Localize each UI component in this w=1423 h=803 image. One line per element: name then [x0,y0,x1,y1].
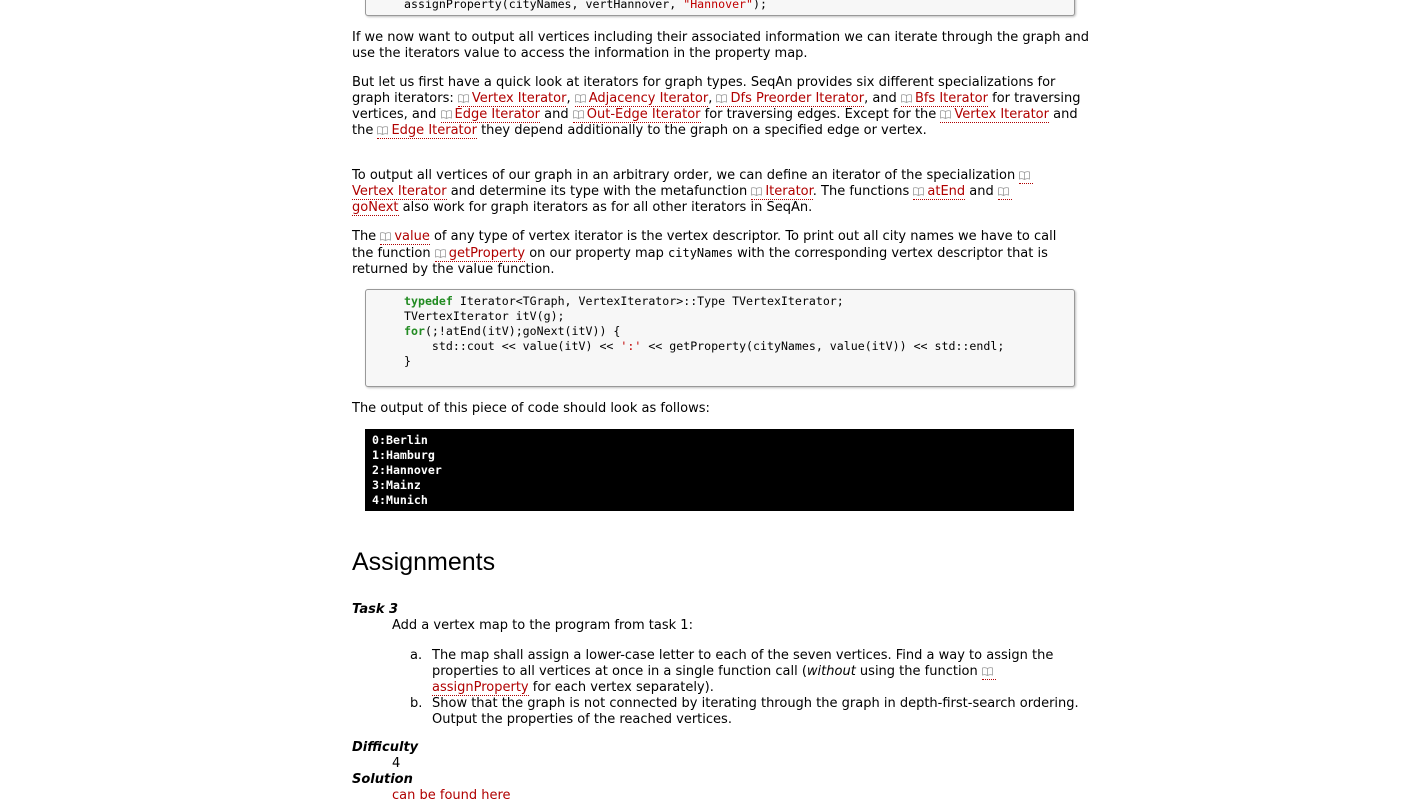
code-block-assign-property: assignProperty(cityNames, vertHannover, … [365,0,1075,16]
code-block-iterate-vertices: typedef Iterator<TGraph, VertexIterator>… [365,289,1075,387]
task-item-a: a. The map shall assign a lower-case let… [410,648,1054,696]
link-edge-iterator[interactable]: Edge Iterator [440,107,541,123]
open-book-icon [751,187,763,196]
difficulty-label: Difficulty [352,740,419,755]
open-book-icon [997,187,1009,196]
open-book-icon [716,94,728,103]
link-iterator[interactable]: Iterator [751,184,813,200]
paragraph-vertex-order: To output all vertices of our graph in a… [352,168,1052,216]
console-line: 2:Hannover [372,463,442,477]
link-get-property[interactable]: getProperty [434,246,526,262]
inline-code: cityNames [668,246,734,260]
link-vertex-iterator[interactable]: Vertex Iterator [457,91,567,107]
paragraph-intro: If we now want to output all vertices in… [352,30,1090,61]
open-book-icon [913,187,925,196]
open-book-icon [377,126,389,135]
task-intro: Add a vertex map to the program from tas… [392,618,693,633]
console-line: 0:Berlin [372,433,428,447]
open-book-icon [1019,171,1031,180]
code-line: assignProperty(cityNames, vertHannover, … [404,0,767,11]
open-book-icon [574,94,586,103]
link-at-end[interactable]: atEnd [913,184,966,200]
paragraph-iterators: But let us first have a quick look at it… [352,75,1081,139]
code-line: } [404,354,411,368]
task-label: Task 3 [352,602,399,617]
link-edge-iterator[interactable]: Edge Iterator [377,123,477,139]
link-vertex-iterator[interactable]: Vertex Iterator [940,107,1049,123]
task-list: a. The map shall assign a lower-case let… [392,648,1092,728]
link-out-edge-iterator[interactable]: Out-Edge Iterator [572,107,701,123]
solution-link[interactable]: can be found here [392,788,511,803]
open-book-icon [440,110,452,119]
link-dfs-preorder-iterator[interactable]: Dfs Preorder Iterator [716,91,865,107]
section-heading-assignments: Assignments [352,548,496,576]
console-line: 4:Munich [372,493,428,507]
open-book-icon [940,110,952,119]
code-line: for(;!atEnd(itV);goNext(itV)) { [404,324,621,338]
open-book-icon [380,232,392,241]
paragraph-value: The value of any type of vertex iterator… [352,229,1057,277]
difficulty-value: 4 [392,756,401,771]
paragraph-output: The output of this piece of code should … [352,401,710,416]
link-bfs-iterator[interactable]: Bfs Iterator [900,91,988,107]
console-line: 1:Hamburg [372,448,435,462]
link-adjacency-iterator[interactable]: Adjacency Iterator [574,91,709,107]
task-item-b: b. Show that the graph is not connected … [410,696,1079,727]
open-book-icon [981,667,993,676]
code-line: std::cout << value(itV) << ':' << getPro… [404,339,1005,353]
open-book-icon [901,94,912,103]
code-line: typedef Iterator<TGraph, VertexIterator>… [404,294,844,308]
open-book-icon [572,110,584,119]
link-value[interactable]: value [380,229,430,245]
open-book-icon [457,94,469,103]
console-line: 3:Mainz [372,478,421,492]
solution-label: Solution [352,772,413,787]
code-line: TVertexIterator itV(g); [404,309,565,323]
console-output: 0:Berlin 1:Hamburg 2:Hannover 3:Mainz 4:… [365,429,1074,511]
open-book-icon [434,249,446,258]
